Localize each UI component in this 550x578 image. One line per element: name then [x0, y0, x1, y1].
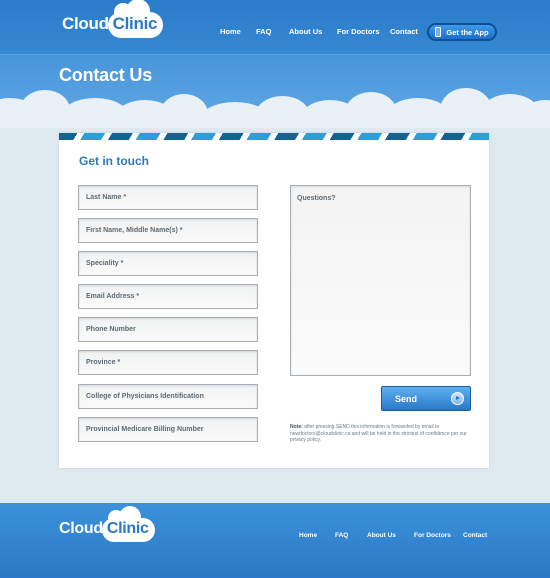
province-field[interactable]: Province *	[78, 350, 258, 375]
footer-nav-for-doctors[interactable]: For Doctors	[414, 532, 451, 539]
logo-clinic-badge: Clinic	[107, 0, 164, 38]
college-id-placeholder: College of Physicians Identification	[86, 393, 204, 400]
billing-number-field[interactable]: Provincial Medicare Billing Number	[78, 417, 258, 442]
phone-placeholder: Phone Number	[86, 326, 136, 333]
first-name-placeholder: First Name, Middle Name(s) *	[86, 227, 183, 234]
footer-nav-faq[interactable]: FAQ	[335, 532, 348, 539]
logo-cloud-text: Cloud	[62, 14, 109, 33]
footer-logo-cloud-text: Cloud	[59, 520, 103, 537]
email-placeholder: Email Address *	[86, 293, 140, 300]
nav-contact[interactable]: Contact	[390, 27, 418, 36]
questions-placeholder: Questions?	[297, 195, 336, 202]
nav-home[interactable]: Home	[220, 27, 241, 36]
form-title: Get in touch	[79, 154, 149, 168]
note-text: after pressing SEND this information is …	[290, 424, 467, 444]
last-name-placeholder: Last Name *	[86, 194, 127, 201]
phone-field[interactable]: Phone Number	[78, 317, 258, 342]
cloud-decoration	[0, 80, 550, 128]
speciality-field[interactable]: Speciality *	[78, 251, 258, 276]
site-footer: Cloud Clinic Home FAQ About Us For Docto…	[0, 503, 550, 578]
play-arrow-icon	[451, 392, 464, 405]
site-logo[interactable]: Cloud Clinic	[62, 0, 164, 38]
nav-about-us[interactable]: About Us	[289, 27, 322, 36]
billing-number-placeholder: Provincial Medicare Billing Number	[86, 426, 204, 433]
last-name-field[interactable]: Last Name *	[78, 185, 258, 210]
first-name-field[interactable]: First Name, Middle Name(s) *	[78, 218, 258, 243]
questions-textarea[interactable]: Questions?	[290, 185, 471, 376]
speciality-placeholder: Speciality *	[86, 260, 124, 267]
footer-nav-home[interactable]: Home	[299, 532, 317, 539]
get-the-app-button[interactable]: Get the App	[427, 23, 497, 41]
phone-icon	[435, 27, 442, 37]
footer-logo-clinic-text: Clinic	[106, 520, 149, 537]
send-button[interactable]: Send	[381, 386, 471, 411]
footer-logo[interactable]: Cloud Clinic	[59, 506, 155, 542]
get-the-app-label: Get the App	[446, 27, 489, 37]
footer-nav-about-us[interactable]: About Us	[367, 532, 396, 539]
site-header: Cloud Clinic Home FAQ About Us For Docto…	[0, 0, 550, 128]
footer-logo-clinic-badge: Clinic	[101, 506, 155, 542]
send-label: Send	[395, 394, 418, 404]
logo-clinic-text: Clinic	[112, 14, 158, 33]
note-label: Note:	[290, 424, 303, 430]
nav-for-doctors[interactable]: For Doctors	[337, 27, 380, 36]
college-id-field[interactable]: College of Physicians Identification	[78, 384, 258, 409]
contact-form-card: Get in touch Last Name * First Name, Mid…	[59, 133, 489, 468]
province-placeholder: Province *	[86, 359, 121, 366]
footer-nav-contact[interactable]: Contact	[463, 532, 487, 539]
form-note: Note: after pressing SEND this informati…	[290, 424, 475, 444]
nav-faq[interactable]: FAQ	[256, 27, 271, 36]
airmail-stripe	[59, 133, 489, 140]
email-field[interactable]: Email Address *	[78, 284, 258, 309]
